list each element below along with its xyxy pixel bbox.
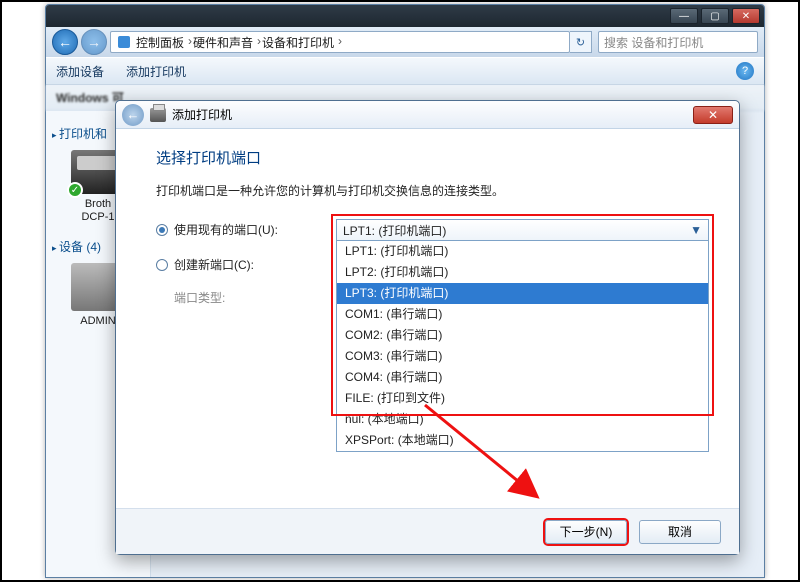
breadcrumb-seg[interactable]: 硬件和声音 [190,34,259,51]
port-combobox[interactable]: LPT1: (打印机端口) ▼ [336,219,709,241]
radio-label: 使用现有的端口(U): [174,221,278,238]
device-label: Broth [81,198,114,211]
breadcrumb[interactable]: 控制面板 硬件和声音 设备和打印机 [110,31,570,53]
control-panel-icon [117,35,131,49]
dialog-footer: 下一步(N) 取消 [116,508,739,554]
cmd-add-device[interactable]: 添加设备 [56,63,104,80]
radio-create-new[interactable]: 创建新端口(C): [156,256,316,273]
radio-icon [156,224,168,236]
port-option[interactable]: XPSPort: (本地端口) [337,430,708,451]
nav-back-button[interactable]: ← [52,29,78,55]
help-icon[interactable]: ? [736,62,754,80]
refresh-button[interactable]: ↻ [570,31,592,53]
dialog-close-button[interactable]: ✕ [693,106,733,124]
info-prefix: Windows 可 [56,91,124,105]
cancel-button[interactable]: 取消 [639,520,721,544]
port-option[interactable]: COM2: (串行端口) [337,325,708,346]
dialog-title: 添加打印机 [172,106,232,123]
port-option[interactable]: LPT2: (打印机端口) [337,262,708,283]
status-ok-icon: ✓ [67,182,83,198]
radio-label: 创建新端口(C): [174,256,254,273]
close-button[interactable]: ✕ [732,8,760,24]
nav-forward-button[interactable]: → [81,29,107,55]
search-placeholder: 搜索 设备和打印机 [604,34,703,51]
next-button[interactable]: 下一步(N) [545,520,627,544]
dialog-titlebar: ← 添加打印机 ✕ [116,101,739,129]
device-label: DCP-1 [81,211,114,224]
port-type-label: 端口类型: [174,289,316,306]
port-option[interactable]: LPT1: (打印机端口) [337,241,708,262]
maximize-button[interactable]: ▢ [701,8,729,24]
printer-icon [150,108,166,122]
chevron-down-icon: ▼ [690,223,702,237]
device-label: ADMIN [80,315,115,328]
port-option[interactable]: COM4: (串行端口) [337,367,708,388]
breadcrumb-seg[interactable]: 控制面板 [133,34,190,51]
port-option[interactable]: FILE: (打印到文件) [337,388,708,409]
add-printer-dialog: ← 添加打印机 ✕ 选择打印机端口 打印机端口是一种允许您的计算机与打印机交换信… [115,100,740,555]
radio-use-existing[interactable]: 使用现有的端口(U): [156,221,316,238]
port-option[interactable]: COM1: (串行端口) [337,304,708,325]
dialog-back-button[interactable]: ← [122,104,144,126]
cmd-add-printer[interactable]: 添加打印机 [126,63,186,80]
port-option[interactable]: COM3: (串行端口) [337,346,708,367]
window-titlebar: — ▢ ✕ [46,5,764,27]
port-listbox[interactable]: LPT1: (打印机端口)LPT2: (打印机端口)LPT3: (打印机端口)C… [336,241,709,452]
dialog-heading: 选择打印机端口 [156,147,709,168]
address-bar: ← → 控制面板 硬件和声音 设备和打印机 ↻ 搜索 设备和打印机 [46,27,764,57]
search-input[interactable]: 搜索 设备和打印机 [598,31,758,53]
combobox-value: LPT1: (打印机端口) [343,222,446,239]
dialog-description: 打印机端口是一种允许您的计算机与打印机交换信息的连接类型。 [156,182,709,199]
port-option[interactable]: LPT3: (打印机端口) [337,283,708,304]
command-bar: 添加设备 添加打印机 ? [46,57,764,85]
breadcrumb-seg[interactable]: 设备和打印机 [259,34,340,51]
radio-icon [156,259,168,271]
minimize-button[interactable]: — [670,8,698,24]
port-option[interactable]: nul: (本地端口) [337,409,708,430]
